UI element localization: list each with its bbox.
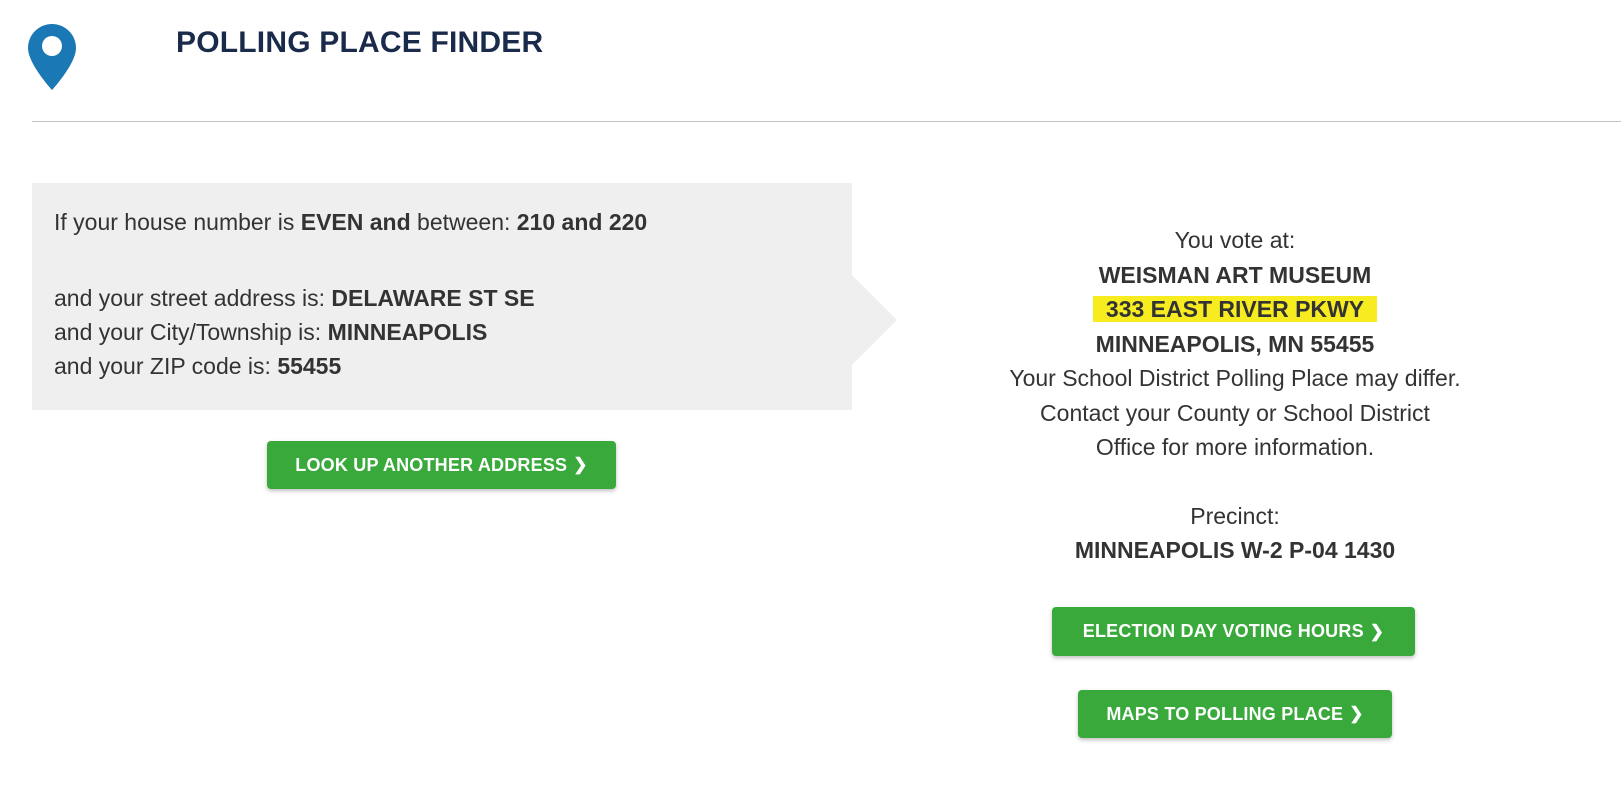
- vote-at-label: You vote at:: [1174, 227, 1296, 253]
- polling-place-address: 333 EAST RIVER PKWY: [1092, 296, 1378, 322]
- maps-to-polling-place-button[interactable]: MAPS TO POLLING PLACE ❯: [1078, 690, 1392, 738]
- map-pin-icon: [28, 24, 76, 90]
- polling-place-result: You vote at: WEISMAN ART MUSEUM 333 EAST…: [985, 223, 1485, 568]
- page-title: POLLING PLACE FINDER: [176, 26, 544, 59]
- callout-arrow: [852, 275, 897, 365]
- school-district-note-1: Your School District Polling Place may d…: [1009, 365, 1461, 391]
- parity-value: EVEN and: [300, 209, 411, 235]
- street-value: DELAWARE ST SE: [331, 285, 535, 311]
- header-divider: [32, 121, 1621, 122]
- street-line: and your street address is: DELAWARE ST …: [54, 285, 535, 311]
- city-line: and your City/Township is: MINNEAPOLIS: [54, 319, 488, 345]
- precinct-label: Precinct:: [1190, 502, 1280, 529]
- chevron-right-icon: ❯: [1369, 621, 1385, 641]
- zip-line: and your ZIP code is: 55455: [54, 353, 342, 379]
- look-up-another-address-button[interactable]: LOOK UP ANOTHER ADDRESS ❯: [267, 441, 616, 489]
- polling-place-name: WEISMAN ART MUSEUM: [1098, 261, 1372, 288]
- chevron-right-icon: ❯: [573, 455, 588, 474]
- election-day-voting-hours-button[interactable]: ELECTION DAY VOTING HOURS ❯: [1052, 607, 1415, 656]
- house-range-value: 210 and 220: [516, 209, 648, 235]
- zip-value: 55455: [277, 353, 342, 379]
- school-district-note-2: Contact your County or School District: [1040, 399, 1430, 426]
- house-number-line: If your house number is EVEN and between…: [54, 209, 648, 235]
- city-value: MINNEAPOLIS: [327, 319, 488, 345]
- precinct-value: MINNEAPOLIS W-2 P-04 1430: [1074, 537, 1396, 563]
- school-district-note-3: Office for more information.: [1095, 434, 1375, 460]
- chevron-right-icon: ❯: [1349, 704, 1364, 723]
- address-criteria-panel: If your house number is EVEN and between…: [32, 183, 852, 410]
- polling-place-city-state-zip: MINNEAPOLIS, MN 55455: [1095, 330, 1375, 357]
